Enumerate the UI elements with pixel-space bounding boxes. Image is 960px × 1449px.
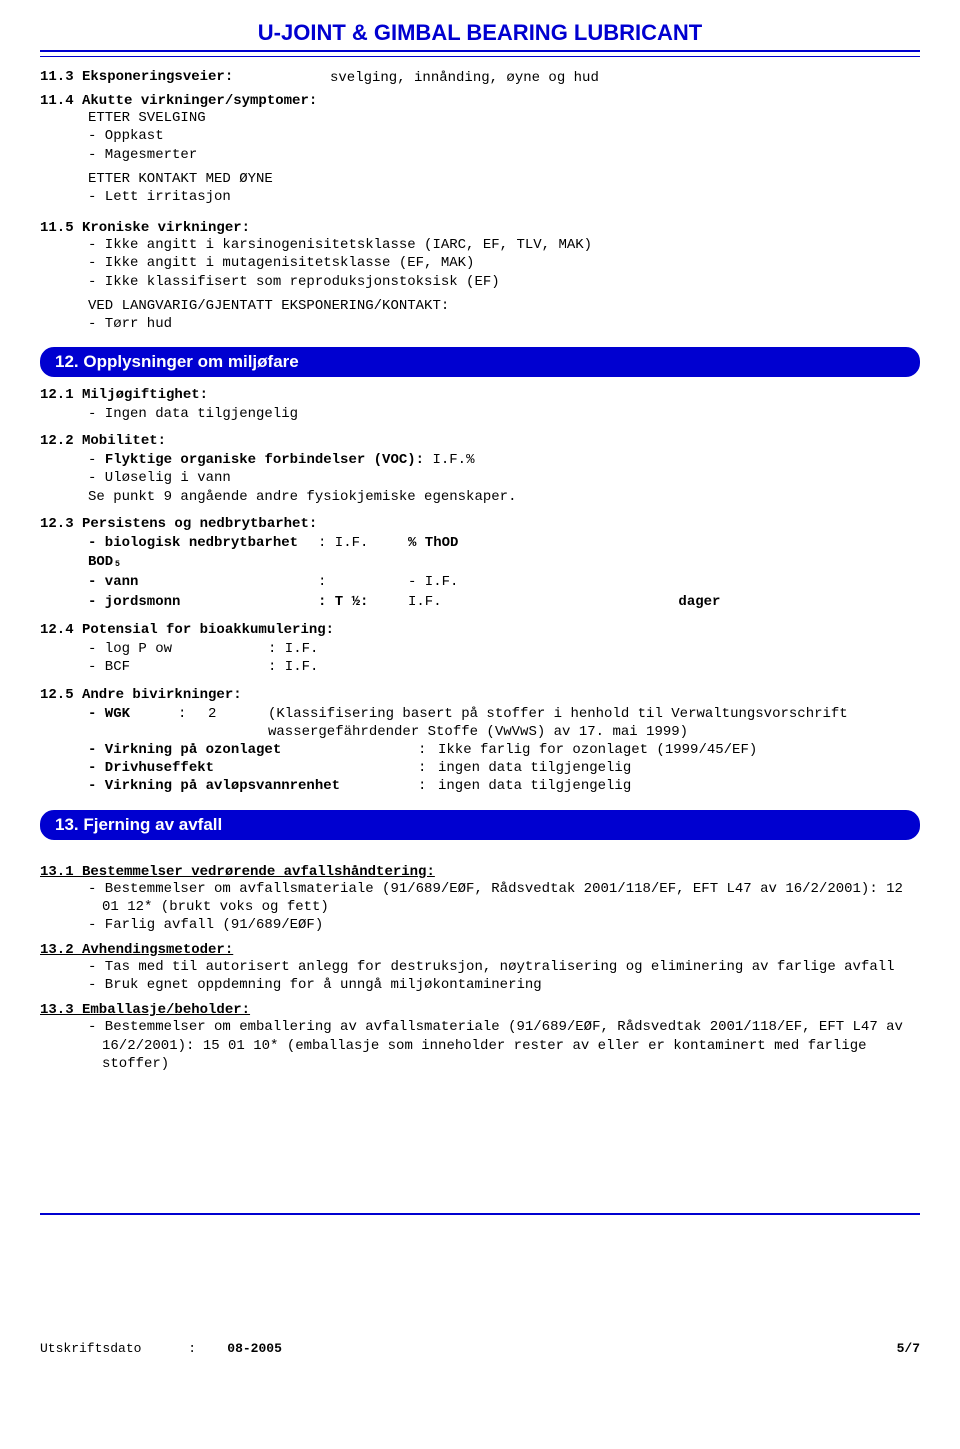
footer-left-val: 08-2005 (227, 1341, 282, 1356)
c2: : I.F. (318, 534, 408, 573)
voc-val: I.F.% (432, 452, 474, 468)
list-item: - Uløselig i vann (88, 469, 920, 487)
wgk-val: 2 (208, 705, 268, 741)
c3: - I.F. (408, 573, 920, 593)
row-logpow: - log P ow : I.F. (88, 640, 920, 658)
label-11-5: 11.5 Kroniske virkninger: (40, 220, 920, 236)
c3: % ThOD (408, 534, 920, 573)
list-item: - Lett irritasjon (88, 188, 920, 206)
val: Ikke farlig for ozonlaget (1999/45/EF) (438, 741, 920, 759)
c2: : T ½: (318, 593, 408, 613)
label-12-1: 12.1 Miljøgiftighet: (40, 387, 920, 403)
lbl: - Virkning på avløpsvannrenhet (88, 777, 418, 795)
c1: - jordsmonn (88, 593, 318, 613)
note-list-11-5: - Tørr hud (88, 315, 920, 333)
list-item: - Bestemmelser om avfallsmateriale (91/6… (88, 880, 920, 916)
c1: - log P ow (88, 640, 268, 658)
voc-line: - Flyktige organiske forbindelser (VOC):… (88, 451, 920, 469)
label-11-4: 11.4 Akutte virkninger/symptomer: (40, 93, 920, 109)
wgk-sep: : (178, 705, 208, 741)
wgk-label: - WGK (88, 705, 178, 741)
list-13-2: - Tas med til autorisert anlegg for dest… (88, 958, 920, 994)
label-12-5: 12.5 Andre bivirkninger: (40, 687, 920, 703)
dash: - (88, 452, 105, 468)
title-divider-thin (40, 56, 920, 57)
label-12-4: 12.4 Potensial for bioakkumulering: (40, 622, 920, 638)
c2: : I.F. (268, 640, 318, 658)
list-13-1: - Bestemmelser om avfallsmateriale (91/6… (88, 880, 920, 935)
footer-left-label: Utskriftsdato (40, 1341, 141, 1356)
row-bod5: - biologisk nedbrytbarhet BOD₅ : I.F. % … (88, 534, 920, 573)
page-title: U-JOINT & GIMBAL BEARING LUBRICANT (40, 20, 920, 46)
c3-unit: dager (678, 594, 720, 610)
wgk-desc: (Klassifisering basert på stoffer i henh… (268, 705, 920, 741)
lbl: - Drivhuseffekt (88, 759, 418, 777)
val: ingen data tilgjengelig (438, 759, 920, 777)
lbl: - Virkning på ozonlaget (88, 741, 418, 759)
group1-title: ETTER SVELGING (88, 109, 920, 127)
footer-left-sep: : (188, 1341, 196, 1356)
section-13-header: 13. Fjerning av avfall (40, 810, 920, 840)
value-11-3: svelging, innånding, øyne og hud (330, 69, 920, 87)
list-item: Se punkt 9 angående andre fysiokjemiske … (88, 488, 920, 506)
group2-list: - Lett irritasjon (88, 188, 920, 206)
list-item: - Ingen data tilgjengelig (88, 405, 920, 423)
title-divider-thick (40, 50, 920, 52)
row-11-3: 11.3 Eksponeringsveier: svelging, innånd… (40, 69, 920, 87)
row-ozon: - Virkning på ozonlaget : Ikke farlig fo… (88, 741, 920, 759)
note-title-11-5: VED LANGVARIG/GJENTATT EKSPONERING/KONTA… (88, 297, 920, 315)
c3-val: I.F. (408, 594, 442, 610)
sep: : (418, 741, 438, 759)
c1: - vann (88, 573, 318, 593)
row-wgk: - WGK : 2 (Klassifisering basert på stof… (88, 705, 920, 741)
footer-right: 5/7 (897, 1341, 920, 1356)
list-item: - Bestemmelser om emballering av avfalls… (88, 1018, 920, 1073)
row-avlop: - Virkning på avløpsvannrenhet : ingen d… (88, 777, 920, 795)
label-11-3: 11.3 Eksponeringsveier: (40, 69, 330, 87)
section-12-header: 12. Opplysninger om miljøfare (40, 347, 920, 377)
row-drivhus: - Drivhuseffekt : ingen data tilgjengeli… (88, 759, 920, 777)
label-13-1: 13.1 Bestemmelser vedrørende avfallshånd… (40, 864, 920, 880)
label-12-3: 12.3 Persistens og nedbrytbarhet: (40, 516, 920, 532)
page-footer: Utskriftsdato : 08-2005 5/7 (40, 1335, 920, 1356)
footer-divider (40, 1213, 920, 1215)
c1: - biologisk nedbrytbarhet BOD₅ (88, 534, 318, 573)
c3: I.F. dager (408, 593, 920, 613)
list-item: - Farlig avfall (91/689/EØF) (88, 916, 920, 934)
val: ingen data tilgjengelig (438, 777, 920, 795)
list-item: - Ikke klassifisert som reproduksjonstok… (88, 273, 920, 291)
label-13-2: 13.2 Avhendingsmetoder: (40, 942, 920, 958)
group2-title: ETTER KONTAKT MED ØYNE (88, 170, 920, 188)
list-item: - Ikke angitt i mutagenisitetsklasse (EF… (88, 254, 920, 272)
list-item: - Tørr hud (88, 315, 920, 333)
list-12-1: - Ingen data tilgjengelig (88, 405, 920, 423)
list-item: - Ikke angitt i karsinogenisitetsklasse … (88, 236, 920, 254)
c1: - BCF (88, 658, 268, 676)
sep: : (418, 777, 438, 795)
list-item: - Bruk egnet oppdemning for å unngå milj… (88, 976, 920, 994)
row-bcf: - BCF : I.F. (88, 658, 920, 676)
label-12-2: 12.2 Mobilitet: (40, 433, 920, 449)
list-item: - Oppkast (88, 127, 920, 145)
list-item: - Tas med til autorisert anlegg for dest… (88, 958, 920, 976)
list-13-3: - Bestemmelser om emballering av avfalls… (88, 1018, 920, 1073)
label-13-3: 13.3 Emballasje/beholder: (40, 1002, 920, 1018)
footer-left: Utskriftsdato : 08-2005 (40, 1341, 282, 1356)
group1-list: - Oppkast - Magesmerter (88, 127, 920, 163)
sep: : (418, 759, 438, 777)
c2: : (318, 573, 408, 593)
row-jordsmonn: - jordsmonn : T ½: I.F. dager (88, 593, 920, 613)
row-vann: - vann : - I.F. (88, 573, 920, 593)
voc-label: Flyktige organiske forbindelser (VOC): (105, 452, 433, 468)
c2: : I.F. (268, 658, 318, 676)
list-item: - Magesmerter (88, 146, 920, 164)
list-11-5: - Ikke angitt i karsinogenisitetsklasse … (88, 236, 920, 291)
